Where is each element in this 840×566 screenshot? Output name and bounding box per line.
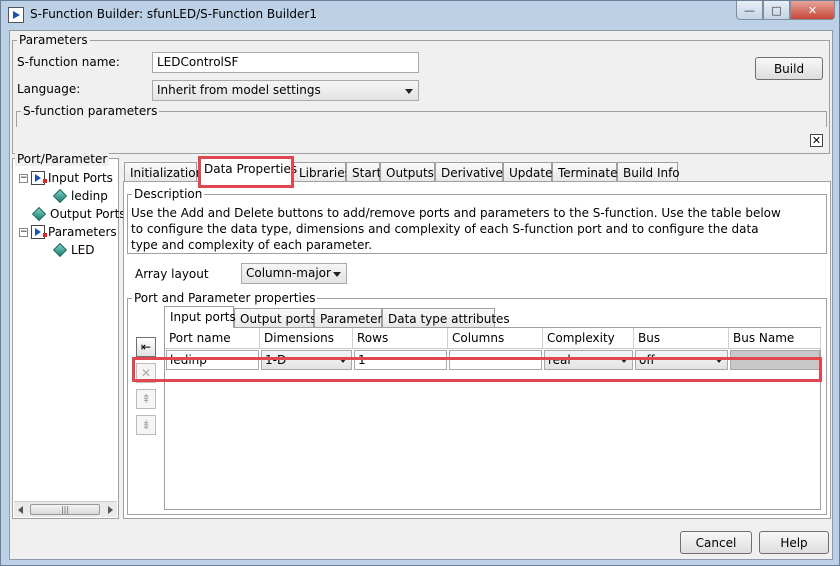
move-down-button[interactable]: ⇟ (136, 415, 156, 435)
build-button[interactable]: Build (755, 57, 823, 80)
col-header-complexity[interactable]: Complexity (543, 328, 634, 349)
port-block-icon (31, 171, 47, 185)
dialog-client-area: Parameters S-function name: LEDControlSF… (9, 30, 833, 560)
cell-complexity-select[interactable]: real (544, 350, 633, 370)
array-layout-value: Column-major (246, 266, 331, 280)
sfunction-builder-window: S-Function Builder: sfunLED/S-Function B… (0, 0, 840, 566)
chevron-down-icon (405, 89, 413, 94)
parameter-block-icon (31, 225, 47, 239)
tree-item-input-ports[interactable]: − Input Ports (19, 171, 113, 185)
parameters-group: Parameters S-function name: LEDControlSF… (12, 33, 830, 154)
tab-update[interactable]: Update (503, 162, 552, 182)
cancel-button[interactable]: Cancel (680, 531, 752, 554)
subtab-output-ports[interactable]: Output ports (234, 308, 316, 328)
cell-bus-value: off (639, 353, 655, 367)
col-header-rows[interactable]: Rows (353, 328, 448, 349)
port-parameter-properties-title: Port and Parameter properties (132, 291, 318, 305)
sfunction-name-label: S-function name: (17, 55, 120, 69)
port-parameter-tree[interactable]: Port/Parameter − Input Ports ledinp Outp… (12, 152, 126, 519)
tree-item-ledinp[interactable]: ledinp (52, 188, 108, 204)
tree-item-output-ports[interactable]: Output Ports (31, 206, 126, 222)
description-line-3: type and complexity of each parameter. (131, 238, 373, 252)
tree-item-label: Output Ports (50, 207, 126, 221)
maximize-button[interactable]: □ (763, 1, 790, 20)
add-port-button[interactable]: ⇤ (136, 337, 156, 357)
chevron-down-icon (339, 358, 347, 363)
port-diamond-icon (31, 206, 47, 222)
sfunction-parameters-label: S-function parameters (21, 104, 160, 118)
array-layout-label: Array layout (135, 267, 209, 281)
tree-item-label: Parameters (48, 225, 117, 239)
port-diamond-icon (52, 188, 68, 204)
title-bar[interactable]: S-Function Builder: sfunLED/S-Function B… (1, 1, 839, 29)
tree-horizontal-scrollbar[interactable]: ||| (14, 501, 117, 517)
close-icon[interactable]: ✕ (810, 134, 823, 147)
parameters-group-title: Parameters (17, 33, 90, 47)
tab-outputs[interactable]: Outputs (380, 162, 435, 182)
sfunction-name-input[interactable]: LEDControlSF (152, 52, 419, 73)
collapse-icon[interactable]: − (19, 173, 28, 183)
simulink-block-icon (8, 7, 24, 23)
tree-item-label: ledinp (71, 189, 108, 203)
description-line-1: Use the Add and Delete buttons to add/re… (131, 206, 781, 220)
tree-item-label: Input Ports (48, 171, 113, 185)
description-title: Description (132, 187, 205, 201)
tab-build-info[interactable]: Build Info (617, 162, 680, 182)
parameter-diamond-icon (52, 242, 68, 258)
cell-complexity-value: real (548, 353, 571, 367)
tree-item-led[interactable]: LED (52, 242, 95, 258)
tree-item-label: LED (71, 243, 95, 257)
col-header-bus-name[interactable]: Bus Name (729, 328, 821, 349)
port-parameter-properties-group: Port and Parameter properties ⇤ ✕ ⇞ ⇟ In… (127, 291, 827, 515)
cell-dimensions-select[interactable]: 1-D (261, 350, 352, 370)
tab-initialization[interactable]: Initialization (124, 162, 203, 182)
subtab-input-ports[interactable]: Input ports (164, 306, 236, 328)
window-title: S-Function Builder: sfunLED/S-Function B… (30, 7, 318, 21)
window-controls: — □ ✕ (736, 1, 835, 21)
col-header-dimensions[interactable]: Dimensions (260, 328, 353, 349)
language-select-value: Inherit from model settings (157, 83, 321, 97)
cell-columns[interactable] (449, 350, 542, 370)
data-properties-page: Description Use the Add and Delete butto… (123, 181, 831, 519)
help-button[interactable]: Help (759, 531, 829, 554)
minimize-button[interactable]: — (736, 1, 763, 20)
scroll-thumb[interactable]: ||| (30, 504, 100, 515)
cell-bus-name (730, 350, 820, 370)
scroll-left-icon[interactable] (18, 506, 23, 514)
col-header-columns[interactable]: Columns (448, 328, 543, 349)
description-group: Description Use the Add and Delete butto… (127, 187, 827, 254)
tab-libraries[interactable]: Libraries (293, 162, 351, 182)
col-header-port-name[interactable]: Port name (165, 328, 260, 349)
chevron-down-icon (333, 272, 341, 277)
close-window-button[interactable]: ✕ (790, 1, 835, 20)
move-up-button[interactable]: ⇞ (136, 389, 156, 409)
tab-derivatives[interactable]: Derivatives (435, 162, 509, 182)
tab-terminate[interactable]: Terminate (552, 162, 617, 182)
language-select[interactable]: Inherit from model settings (152, 80, 419, 101)
cell-rows[interactable]: 1 (354, 350, 447, 370)
cell-bus-select[interactable]: off (635, 350, 728, 370)
tree-item-parameters[interactable]: − Parameters (19, 225, 117, 239)
language-label: Language: (17, 82, 81, 96)
tab-data-properties[interactable]: Data Properties (198, 158, 297, 182)
scroll-right-icon[interactable] (108, 506, 113, 514)
chevron-down-icon (715, 358, 723, 363)
sfunction-parameters-group: S-function parameters (16, 104, 827, 127)
description-line-2: to configure the data type, dimensions a… (131, 222, 759, 236)
chevron-down-icon (620, 358, 628, 363)
collapse-icon[interactable]: − (19, 227, 28, 237)
subtab-parameters[interactable]: Parameters (314, 308, 389, 328)
delete-port-button[interactable]: ✕ (136, 363, 156, 383)
tab-start[interactable]: Start (346, 162, 381, 182)
col-header-bus[interactable]: Bus (634, 328, 729, 349)
subtab-data-type-attributes[interactable]: Data type attributes (382, 308, 510, 328)
cell-port-name[interactable]: ledinp (166, 350, 259, 370)
tree-title: Port/Parameter (15, 152, 110, 166)
input-ports-table: Port name Dimensions Rows Columns Comple… (164, 327, 821, 510)
cell-dimensions-value: 1-D (265, 353, 287, 367)
array-layout-select[interactable]: Column-major (241, 263, 347, 284)
